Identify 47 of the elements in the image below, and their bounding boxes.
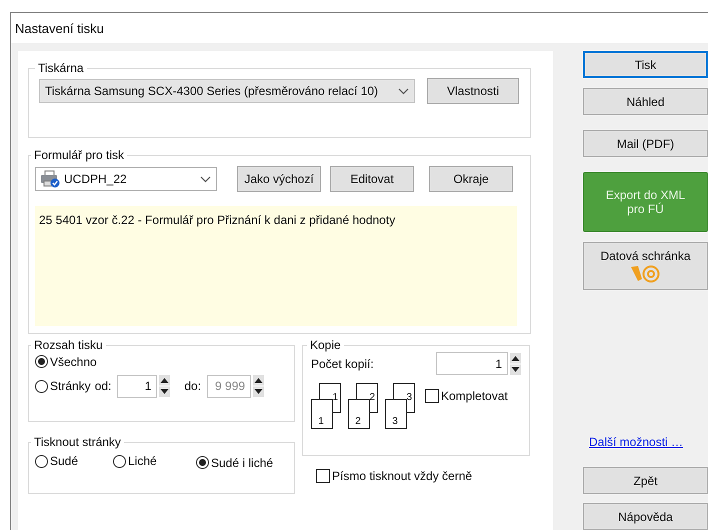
print-button[interactable]: Tisk: [583, 51, 708, 78]
checkbox[interactable]: [425, 389, 439, 403]
from-label: od:: [94, 379, 112, 393]
properties-button[interactable]: Vlastnosti: [427, 78, 519, 104]
group-label: Formulář pro tisk: [33, 148, 126, 162]
printer-icon: [40, 170, 60, 188]
form-description: 25 5401 vzor č.22 - Formulář pro Přiznání k dani z přidané hodnoty: [35, 206, 517, 326]
mailbox-button[interactable]: Datová schránka: [583, 242, 708, 290]
radio-label: Sudé: [50, 454, 78, 468]
dropdown-caret-icon: [200, 176, 211, 182]
radio-label: Liché: [128, 454, 157, 468]
form-button[interactable]: Okraje: [429, 166, 513, 192]
radio-button[interactable]: [35, 380, 48, 392]
copies-field[interactable]: 1: [436, 352, 508, 375]
radio-button[interactable]: [35, 454, 48, 468]
spinner-arrows-icon[interactable]: [510, 352, 521, 374]
collate-pages-drawing: 1 1 2 2 3 3: [311, 383, 415, 429]
checkbox[interactable]: [316, 469, 330, 483]
radio-button[interactable]: [35, 355, 48, 368]
window-title: Nastavení tisku: [15, 20, 104, 36]
dialog-button[interactable]: Nápověda: [583, 503, 708, 530]
action-button[interactable]: Mail (PDF): [583, 130, 708, 157]
group-label: Tisknout stránky: [33, 435, 122, 449]
form-button[interactable]: Editovat: [330, 166, 414, 192]
to-label: do:: [184, 379, 202, 393]
dialog-button[interactable]: Zpět: [583, 467, 708, 494]
form-dropdown[interactable]: UCDPH_22: [35, 167, 217, 191]
from-field[interactable]: 1: [117, 374, 158, 398]
group-label: Tiskárna: [37, 61, 85, 75]
form-button[interactable]: Jako výchozí: [237, 166, 321, 192]
group-label: Kopie: [309, 338, 342, 352]
copies-label: Počet kopií:: [311, 356, 374, 370]
spinner-arrows-icon[interactable]: [253, 375, 264, 397]
radio-label: Všechno: [50, 354, 97, 368]
dropdown-caret-icon: [398, 88, 409, 94]
more-options-link[interactable]: Další možnosti …: [589, 435, 684, 449]
radio-label: Stránky: [50, 379, 91, 393]
radio-button[interactable]: [113, 454, 126, 468]
action-button[interactable]: Náhled: [583, 88, 708, 115]
group-label: Rozsah tisku: [33, 338, 104, 352]
printer-dropdown[interactable]: Tiskárna Samsung SCX-4300 Series (přesměrováno relací 10): [39, 79, 415, 103]
radio-label: Sudé i liché: [211, 456, 274, 470]
collate-label: Kompletovat: [441, 389, 508, 403]
radio-button[interactable]: [196, 456, 209, 469]
horn-at-icon: [630, 265, 662, 283]
checkbox-label: Písmo tisknout vždy černě: [332, 469, 472, 483]
spinner-arrows-icon[interactable]: [159, 375, 170, 397]
